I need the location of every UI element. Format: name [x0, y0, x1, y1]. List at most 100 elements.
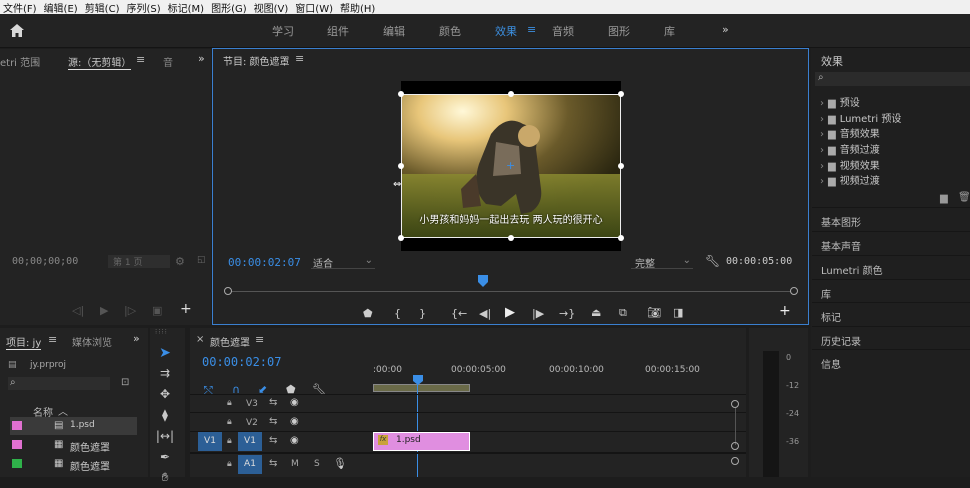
sync-lock-icon[interactable]: ⇆	[269, 435, 277, 446]
eye-icon[interactable]: ◉	[290, 416, 299, 427]
scrub-start-handle[interactable]	[224, 287, 232, 295]
project-search-input[interactable]: ⌕	[8, 377, 110, 390]
export-frame-icon[interactable]: ▣	[152, 304, 162, 317]
project-item-row[interactable]: ▦ 颜色遮罩	[10, 456, 137, 473]
panel-markers[interactable]: 标记	[812, 302, 970, 326]
panel-menu-icon[interactable]: ≡	[136, 53, 145, 66]
nest-icon[interactable]: ⤲	[204, 384, 213, 398]
work-area-bar[interactable]	[373, 384, 470, 392]
add-marker-icon[interactable]: ⬟	[363, 307, 373, 320]
track-label-v1[interactable]: V1	[238, 432, 262, 451]
go-to-in-icon[interactable]: {←	[451, 307, 467, 320]
transform-handle[interactable]	[618, 163, 624, 169]
menu-window[interactable]: 窗口(W)	[292, 0, 337, 15]
track-select-tool-icon[interactable]: ⇉	[155, 366, 175, 384]
effect-folder-video-effects[interactable]: › ▆ 视频效果	[820, 157, 880, 172]
slip-tool-icon[interactable]: |↔|	[155, 429, 175, 447]
panel-history[interactable]: 历史记录	[812, 326, 970, 350]
effect-folder-audio-transitions[interactable]: › ▆ 音频过渡	[820, 141, 880, 156]
mute-button[interactable]: M	[291, 459, 299, 469]
effect-folder-video-transitions[interactable]: › ▆ 视频过渡	[820, 172, 880, 187]
pen-tool-icon[interactable]: ✒	[155, 450, 175, 468]
track-label-v2[interactable]: V2	[246, 418, 258, 428]
transform-handle[interactable]	[398, 235, 404, 241]
tab-graphics[interactable]: 图形	[608, 23, 630, 39]
sync-lock-icon[interactable]: ⇆	[269, 397, 277, 408]
lock-icon[interactable]: 🔒︎	[227, 459, 232, 469]
step-forward-icon[interactable]: |▶	[532, 307, 544, 320]
effect-folder-audio-effects[interactable]: › ▆ 音频效果	[820, 125, 880, 140]
zoom-select[interactable]: 适合 ⌄	[311, 255, 375, 270]
sync-lock-icon[interactable]: ⇆	[269, 416, 277, 427]
tab-project[interactable]: 项目: jy	[6, 334, 42, 350]
effect-folder-presets[interactable]: › ▆ 预设	[820, 94, 860, 109]
track-label-v3[interactable]: V3	[246, 399, 258, 409]
tab-media-browser[interactable]: 媒体浏览	[72, 334, 112, 349]
playhead-icon[interactable]	[413, 375, 423, 385]
panel-menu-icon[interactable]: ≡	[295, 52, 304, 65]
selection-tool-icon[interactable]: ➤	[155, 345, 175, 363]
tab-editing[interactable]: 编辑	[383, 23, 405, 39]
add-button-icon[interactable]: +	[180, 301, 192, 317]
tab-audio[interactable]: 音频	[552, 23, 574, 39]
ripple-edit-tool-icon[interactable]: ✥	[155, 387, 175, 405]
transform-handle[interactable]	[398, 91, 404, 97]
panel-essential-graphics[interactable]: 基本图形	[812, 207, 970, 231]
program-title[interactable]: 节目: 颜色遮罩	[223, 53, 290, 68]
go-to-out-icon[interactable]: →}	[559, 307, 575, 320]
home-icon[interactable]	[9, 23, 25, 38]
lock-icon[interactable]: 🔒︎	[227, 436, 232, 446]
tab-audio-clip-mixer[interactable]: 音	[163, 54, 173, 69]
more-panels-icon[interactable]: »	[198, 52, 205, 65]
panel-info[interactable]: 信息	[812, 349, 970, 373]
lock-icon[interactable]: 🔒︎	[227, 398, 232, 408]
tab-source[interactable]: 源:（无剪辑）	[68, 54, 132, 70]
vertical-scroll-handle[interactable]	[731, 457, 739, 465]
lift-icon[interactable]: ⏏︎	[591, 306, 601, 319]
menu-edit[interactable]: 编辑(E)	[41, 0, 82, 15]
delete-icon[interactable]: 🗑︎	[958, 192, 970, 203]
playhead-icon[interactable]	[478, 275, 488, 287]
track-label-a1[interactable]: A1	[238, 455, 262, 474]
program-timecode[interactable]: 00:00:02:07	[228, 256, 301, 269]
timeline-title[interactable]: 颜色遮罩	[210, 334, 250, 349]
wrench-icon[interactable]: 🔧︎	[705, 254, 720, 268]
more-workspaces-icon[interactable]: »	[722, 23, 729, 36]
new-search-bin-icon[interactable]: ⊡	[121, 377, 129, 388]
tab-assembly[interactable]: 组件	[327, 23, 349, 39]
timeline-timecode[interactable]: 00:00:02:07	[202, 355, 281, 369]
tab-libraries[interactable]: 库	[664, 23, 675, 39]
vertical-scroll-handle[interactable]	[731, 400, 739, 408]
timeline-clip[interactable]: fx 1.psd	[373, 432, 470, 451]
menu-sequence[interactable]: 序列(S)	[123, 0, 164, 15]
effect-folder-lumetri-presets[interactable]: › ▆ Lumetri 预设	[820, 110, 901, 125]
tab-lumetri-scopes[interactable]: etri 范围	[0, 54, 40, 69]
hamburger-icon[interactable]: ≡	[527, 23, 536, 36]
settings-icon[interactable]: ⚙	[175, 255, 185, 268]
step-back-icon[interactable]: ◀|	[479, 307, 491, 320]
menu-clip[interactable]: 剪辑(C)	[82, 0, 124, 15]
razor-tool-icon[interactable]: ⧫	[155, 408, 175, 426]
eye-icon[interactable]: ◉	[290, 397, 299, 408]
transform-handle[interactable]	[398, 163, 404, 169]
play-icon[interactable]: ▶	[505, 305, 515, 320]
scrub-end-handle[interactable]	[790, 287, 798, 295]
sync-lock-icon[interactable]: ⇆	[269, 458, 277, 469]
source-patch-v1[interactable]: V1	[198, 432, 222, 451]
effects-search-input[interactable]: ⌕	[815, 72, 970, 86]
project-item-row[interactable]: ▤ 1.psd	[10, 417, 137, 435]
tab-effects[interactable]: 效果	[495, 23, 517, 39]
vertical-scroll-handle[interactable]	[731, 442, 739, 450]
close-icon[interactable]: ×	[196, 334, 204, 345]
panel-menu-icon[interactable]: ≡	[255, 333, 264, 346]
project-item-row[interactable]: ▦ 颜色遮罩	[10, 437, 137, 454]
eye-icon[interactable]: ◉	[290, 435, 299, 446]
page-select[interactable]: 第 1 页	[108, 255, 170, 268]
menu-markers[interactable]: 标记(M)	[165, 0, 208, 15]
tab-learning[interactable]: 学习	[272, 23, 294, 39]
menu-graphics[interactable]: 图形(G)	[208, 0, 251, 15]
vertical-scrollbar[interactable]	[735, 408, 736, 445]
effects-title[interactable]: 效果	[821, 53, 843, 69]
camera-icon[interactable]: 📷︎	[647, 306, 661, 319]
quality-select[interactable]: 完整 ⌄	[631, 255, 693, 270]
